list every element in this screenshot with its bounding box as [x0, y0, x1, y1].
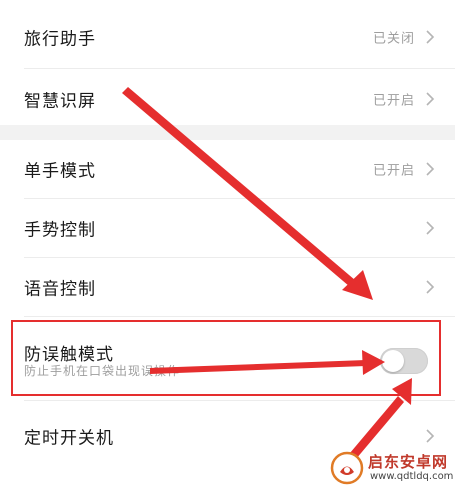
chevron-right-icon: [426, 280, 435, 294]
row-one-handed-mode[interactable]: 单手模式 已开启: [0, 140, 455, 198]
divider: [24, 400, 455, 401]
row-timed-power-label: 定时开关机: [24, 428, 114, 449]
watermark-name: 启东安卓网: [368, 453, 449, 471]
row-smart-screen-label: 智慧识屏: [24, 91, 96, 112]
divider: [24, 68, 455, 69]
row-gesture-control-label: 手势控制: [24, 220, 96, 241]
chevron-right-icon: [426, 221, 435, 235]
row-voice-control-label: 语音控制: [24, 279, 96, 300]
watermark-logo-icon: [330, 451, 364, 485]
watermark: 启东安卓网 www.qdtldq.com: [330, 448, 454, 488]
row-travel-assistant-status: 已关闭: [372, 31, 415, 47]
chevron-right-icon: [426, 429, 435, 443]
chevron-right-icon: [426, 162, 435, 176]
settings-group-1: 旅行助手 已关闭 智慧识屏 已开启: [0, 0, 455, 125]
row-travel-assistant[interactable]: 旅行助手 已关闭: [0, 8, 455, 66]
divider: [24, 316, 455, 317]
row-voice-control[interactable]: 语音控制: [0, 258, 455, 316]
watermark-url: www.qdtldq.com: [370, 471, 454, 482]
row-smart-screen-status: 已开启: [372, 93, 415, 109]
annotation-highlight-box: [11, 320, 441, 396]
row-one-handed-status: 已开启: [372, 163, 415, 179]
settings-page: 旅行助手 已关闭 智慧识屏 已开启 单手模式 已开启 手势控制 语音控制 防误触…: [0, 0, 455, 491]
chevron-right-icon: [426, 92, 435, 106]
row-smart-screen-recognition[interactable]: 智慧识屏 已开启: [0, 70, 455, 128]
row-one-handed-label: 单手模式: [24, 161, 96, 182]
row-gesture-control[interactable]: 手势控制: [0, 199, 455, 257]
chevron-right-icon: [426, 30, 435, 44]
row-travel-assistant-label: 旅行助手: [24, 29, 96, 50]
